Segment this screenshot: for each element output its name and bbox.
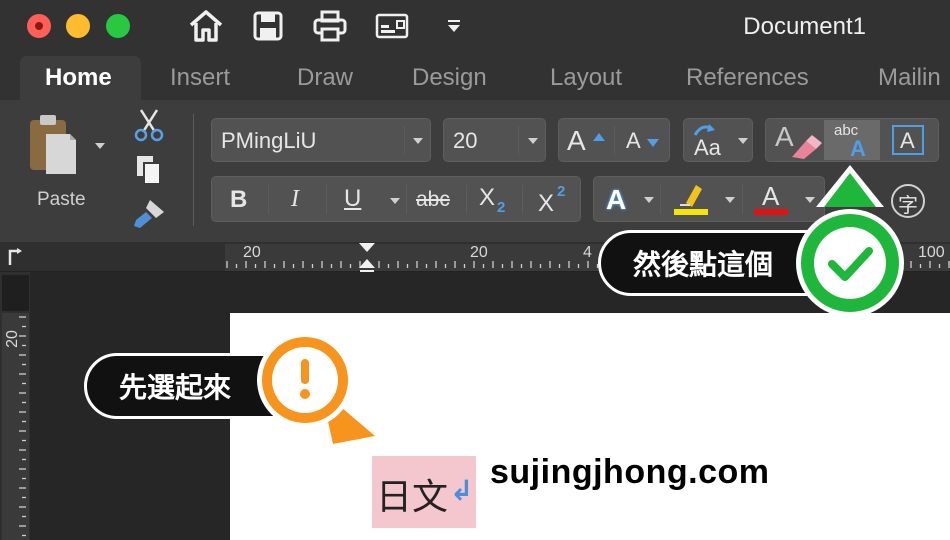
ruler-number: 20	[243, 244, 261, 261]
tab-layout[interactable]: Layout	[550, 64, 622, 92]
superscript-button[interactable]: X	[538, 190, 554, 218]
ruler-number: 20	[3, 330, 21, 348]
phonetic-guide-bottom: A	[850, 136, 866, 161]
title-bar: Document1	[0, 0, 950, 54]
ruler-number: 20	[470, 244, 488, 261]
callout-click-this-text: 然後點這個	[633, 249, 774, 280]
ruler-number: 4	[583, 244, 592, 261]
watermark-text: sujingjhong.com	[490, 453, 770, 491]
font-color-button[interactable]: A	[752, 179, 792, 217]
font-name-select[interactable]: PMingLiU	[211, 118, 431, 162]
warning-callout-icon	[255, 330, 385, 460]
zoom-window-button[interactable]	[106, 14, 130, 38]
character-border-button[interactable]: A	[892, 125, 924, 155]
clear-formatting-icon[interactable]: A	[772, 121, 824, 161]
highlight-caret[interactable]	[725, 197, 735, 203]
phonetic-guide-button[interactable]: abc A	[824, 120, 880, 161]
font-size-value: 20	[453, 128, 478, 153]
paste-label: Paste	[37, 189, 86, 210]
grow-font-button[interactable]: A	[567, 125, 586, 157]
font-name-caret[interactable]	[413, 138, 423, 144]
underline-button[interactable]: U	[344, 185, 361, 213]
paste-options-caret[interactable]	[95, 143, 105, 149]
text-effects-button[interactable]: A	[606, 184, 626, 216]
change-case-caret[interactable]	[738, 138, 748, 144]
check-callout-icon	[790, 163, 910, 318]
paragraph-mark: ↲	[450, 475, 474, 506]
tab-selector-icon[interactable]	[6, 247, 24, 267]
tab-mailings[interactable]: Mailin	[878, 64, 941, 92]
character-border-letter: A	[900, 128, 915, 153]
subscript-button[interactable]: X	[479, 184, 495, 212]
tab-draw[interactable]: Draw	[297, 64, 353, 92]
form-icon[interactable]	[374, 8, 410, 44]
paste-icon[interactable]	[26, 112, 82, 176]
document-title: Document1	[743, 13, 866, 40]
save-icon[interactable]	[250, 8, 286, 44]
clear-phonetic-group: A abc A A	[765, 118, 939, 162]
shrink-font-button[interactable]: A	[626, 128, 641, 154]
font-color-swatch	[754, 209, 788, 215]
ruler-number: 100	[918, 244, 945, 261]
change-case-button[interactable]: Aa	[683, 118, 753, 162]
bold-button[interactable]: B	[230, 186, 247, 214]
font-size-select[interactable]: 20	[443, 118, 546, 162]
font-size-caret[interactable]	[528, 138, 538, 144]
tab-insert[interactable]: Insert	[170, 64, 230, 92]
home-icon[interactable]	[186, 8, 226, 44]
text-effects-caret[interactable]	[644, 197, 654, 203]
font-style-group: B I U abc X 2 X 2	[211, 176, 581, 222]
subscript-mark: 2	[497, 199, 506, 216]
selected-text[interactable]: 日文	[376, 468, 448, 520]
strikethrough-button[interactable]: abc	[416, 188, 450, 212]
italic-button[interactable]: I	[291, 186, 299, 213]
tab-home[interactable]: Home	[45, 64, 112, 92]
format-painter-icon[interactable]	[132, 198, 166, 230]
copy-icon[interactable]	[135, 154, 163, 186]
tab-references[interactable]: References	[686, 64, 809, 92]
shrink-arrow-icon	[647, 139, 659, 147]
cut-icon[interactable]	[133, 108, 165, 142]
change-case-label: Aa	[694, 135, 721, 160]
close-window-button[interactable]	[27, 14, 51, 38]
highlight-color-swatch	[674, 209, 708, 215]
font-color-letter: A	[762, 181, 780, 211]
highlight-button[interactable]	[672, 181, 710, 217]
tab-design[interactable]: Design	[412, 64, 487, 92]
underline-caret[interactable]	[390, 198, 400, 204]
print-icon[interactable]	[311, 8, 349, 44]
callout-select-first-text: 先選起來	[119, 372, 232, 403]
minimize-window-button[interactable]	[66, 14, 90, 38]
font-name-value: PMingLiU	[221, 128, 317, 153]
font-size-adjust-group: A A	[558, 118, 670, 162]
vertical-ruler-margin	[2, 275, 29, 311]
grow-arrow-icon	[593, 133, 605, 141]
customize-toolbar-icon[interactable]	[443, 8, 465, 44]
superscript-mark: 2	[557, 183, 566, 200]
